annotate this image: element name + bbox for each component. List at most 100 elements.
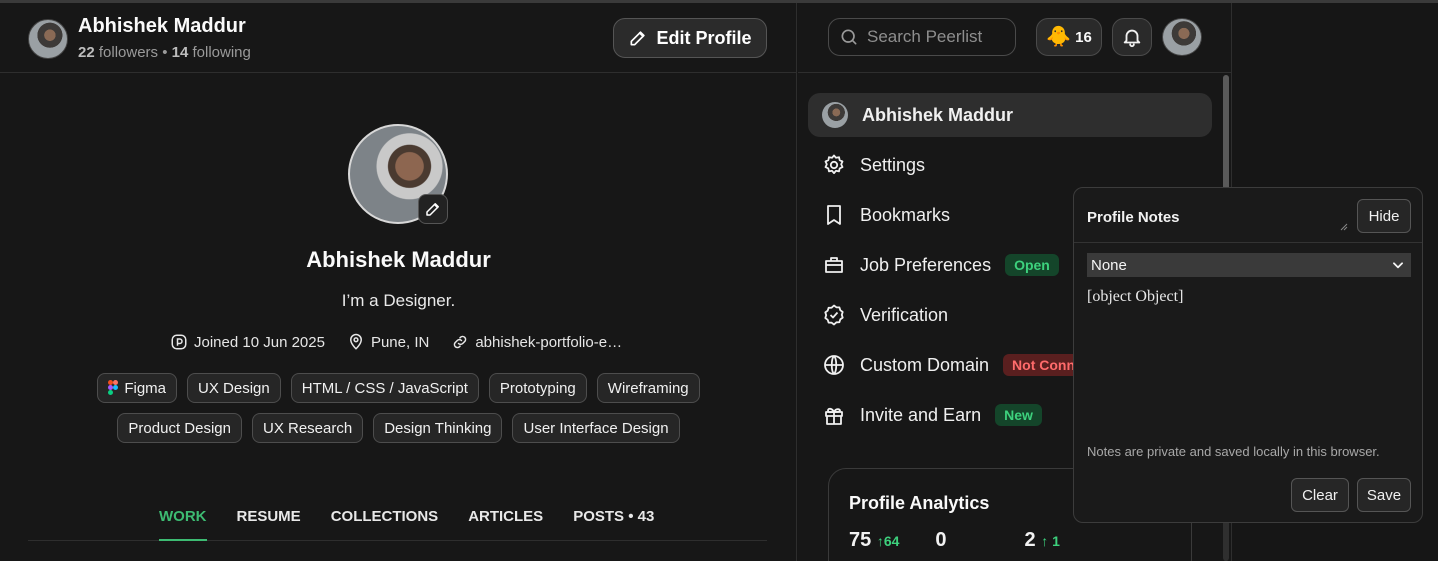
stat-value: 2 ↑ 1 [1024, 529, 1060, 551]
search-input[interactable]: Search Peerlist [828, 18, 1016, 56]
profile-notes-panel: Profile Notes Hide None [object Object] … [1073, 187, 1423, 523]
skills-row-1: Figma UX Design HTML / CSS / JavaScript … [0, 373, 797, 403]
stat-delta: ↑64 [876, 533, 900, 549]
skill-label: Design Thinking [384, 419, 492, 437]
coin-count: 16 [1075, 28, 1092, 46]
bookmark-icon [827, 205, 841, 225]
menu-label: Bookmarks [860, 204, 951, 225]
pencil-icon [426, 203, 439, 216]
analytics-stats: 75 ↑64 0 2 ↑ 1 [849, 529, 1060, 552]
skill-label: HTML / CSS / JavaScript [301, 379, 468, 397]
edit-profile-button[interactable]: Edit Profile [613, 18, 767, 58]
tab-resume[interactable]: RESUME [237, 498, 301, 541]
skills-row-2: Product Design UX Research Design Thinki… [0, 413, 797, 443]
tab-collections[interactable]: COLLECTIONS [331, 498, 439, 541]
notes-footer-text: Notes are private and saved locally in t… [1087, 444, 1380, 459]
select-value: None [1091, 256, 1127, 274]
status-badge: Open [1005, 254, 1059, 276]
scrollbar-thumb[interactable] [1223, 75, 1229, 195]
stat-delta: ↑ 1 [1041, 533, 1060, 549]
skill-label: UX Design [198, 379, 270, 397]
menu-label: Settings [860, 154, 926, 175]
skill-label: Product Design [128, 419, 231, 437]
profile-name: Abhishek Maddur [306, 247, 491, 272]
location-info: Pune, IN [347, 333, 429, 351]
tab-work[interactable]: WORK [159, 498, 207, 541]
profile-tabs: WORK RESUME COLLECTIONS ARTICLES POSTS •… [28, 498, 767, 541]
divider [1074, 242, 1422, 243]
coin-button[interactable]: 🐥 16 [1036, 18, 1102, 56]
skill-chip[interactable]: User Interface Design [512, 413, 680, 443]
divider [798, 72, 1232, 73]
profile-bio: I’m a Designer. [341, 291, 456, 310]
peerlist-logo-icon [171, 334, 187, 350]
menu-item-profile[interactable]: Abhishek Maddur [808, 93, 1212, 137]
joined-info: Joined 10 Jun 2025 [170, 333, 325, 351]
hide-button[interactable]: Hide [1357, 199, 1411, 233]
briefcase-icon [825, 257, 843, 273]
skill-chip[interactable]: Figma [97, 373, 178, 403]
notes-textarea[interactable]: [object Object] [1087, 288, 1411, 428]
skill-label: UX Research [262, 419, 353, 437]
skill-chip[interactable]: Wireframing [596, 373, 700, 403]
skill-label: User Interface Design [523, 419, 669, 437]
search-placeholder: Search Peerlist [867, 27, 983, 46]
stat-value: 75 ↑64 [849, 529, 900, 551]
menu-label: Verification [860, 304, 949, 325]
notes-title: Profile Notes [1087, 209, 1180, 226]
avatar[interactable] [28, 19, 68, 59]
website-link[interactable]: abhishek-portfolio-e… [451, 333, 622, 351]
resize-handle-icon[interactable] [1340, 223, 1348, 231]
menu-label: Job Preferences [860, 254, 992, 275]
profile-meta: Joined 10 Jun 2025 Pune, IN abhishek-por… [170, 333, 622, 351]
notifications-button[interactable] [1112, 18, 1152, 56]
gear-icon [824, 154, 844, 174]
joined-date: Joined 10 Jun 2025 [194, 333, 325, 351]
gift-icon [825, 407, 843, 425]
clear-button[interactable]: Clear [1291, 478, 1349, 512]
figma-icon [108, 380, 119, 395]
user-avatar-menu[interactable] [1162, 18, 1202, 56]
edit-profile-label: Edit Profile [656, 27, 752, 48]
save-button[interactable]: Save [1357, 478, 1411, 512]
globe-icon [824, 355, 844, 375]
stat-value: 0 [935, 529, 947, 551]
search-icon [841, 29, 857, 45]
skill-chip[interactable]: Prototyping [488, 373, 587, 403]
pencil-icon [630, 31, 646, 46]
status-badge: New [995, 404, 1042, 426]
skill-label: Figma [124, 379, 167, 397]
location-pin-icon [349, 333, 362, 350]
skill-chip[interactable]: HTML / CSS / JavaScript [290, 373, 479, 403]
skill-chip[interactable]: Design Thinking [373, 413, 503, 443]
menu-label: Custom Domain [860, 354, 990, 375]
skill-chip[interactable]: UX Design [187, 373, 281, 403]
menu-item-settings[interactable]: Settings [808, 143, 1212, 187]
skill-chip[interactable]: UX Research [251, 413, 364, 443]
skill-label: Prototyping [499, 379, 576, 397]
skill-label: Wireframing [607, 379, 689, 397]
skill-chip[interactable]: Product Design [117, 413, 242, 443]
follow-counts[interactable]: 22 followers • 14 following [78, 44, 251, 61]
profile-main: Abhishek Maddur 22 followers • 14 follow… [0, 3, 797, 561]
followers-count: 22 [78, 44, 95, 61]
website-text: abhishek-portfolio-e… [475, 333, 623, 351]
chevron-down-icon [1393, 262, 1403, 269]
followers-label: followers • [98, 44, 168, 61]
edit-photo-button[interactable] [418, 194, 448, 224]
verified-badge-icon [824, 304, 844, 326]
location-text: Pune, IN [370, 333, 430, 351]
profile-header-bar: Abhishek Maddur 22 followers • 14 follow… [0, 3, 796, 73]
tab-posts[interactable]: POSTS • 43 [573, 498, 654, 541]
menu-label: Abhishek Maddur [862, 104, 1014, 125]
menu-label: Invite and Earn [860, 404, 982, 425]
header-name: Abhishek Maddur [78, 15, 246, 37]
chick-icon: 🐥 [1046, 26, 1072, 48]
avatar [822, 102, 848, 128]
link-icon [454, 335, 467, 349]
following-label: following [192, 44, 251, 61]
following-count: 14 [171, 44, 189, 61]
status-badge: Not Conn [1003, 354, 1085, 376]
notes-select[interactable]: None [1087, 253, 1411, 277]
tab-articles[interactable]: ARTICLES [468, 498, 543, 541]
